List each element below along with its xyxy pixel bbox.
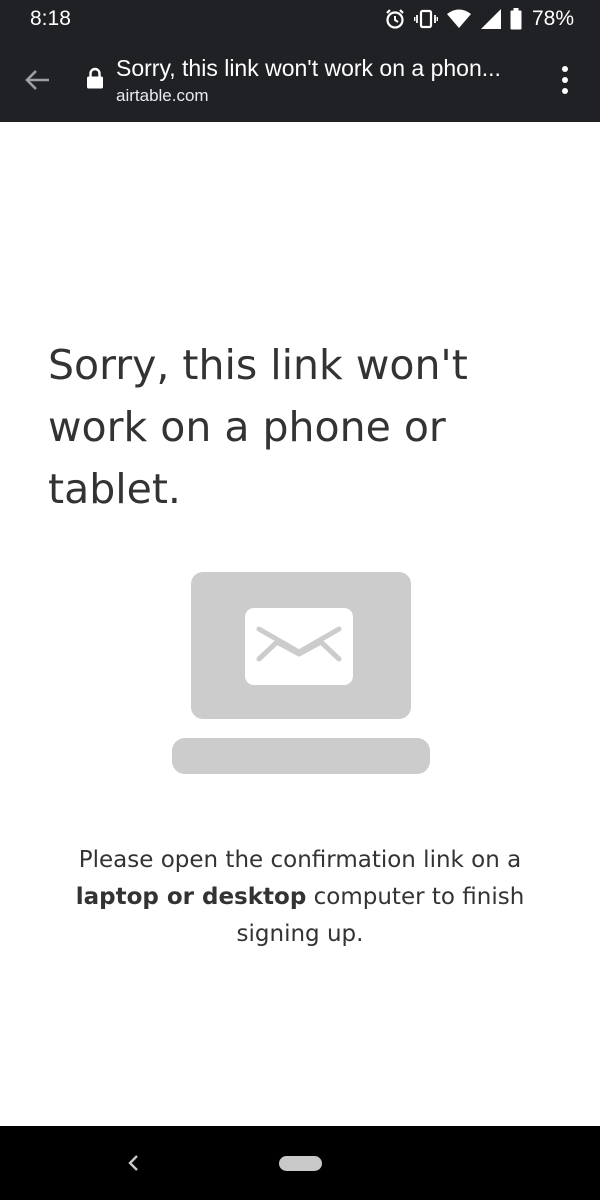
status-time: 8:18 bbox=[30, 7, 71, 30]
battery-icon bbox=[510, 8, 522, 30]
lock-icon[interactable] bbox=[86, 67, 104, 89]
message-emphasis: laptop or desktop bbox=[75, 884, 307, 910]
page-heading: Sorry, this link won't work on a phone o… bbox=[48, 341, 468, 513]
signal-icon bbox=[480, 9, 501, 29]
message-text-start: Please open the confirmation link on a bbox=[78, 847, 522, 873]
more-vert-icon[interactable] bbox=[553, 60, 577, 100]
page-title[interactable]: Sorry, this link won't work on a phon... bbox=[116, 55, 526, 82]
browser-toolbar: Sorry, this link won't work on a phon...… bbox=[0, 38, 600, 122]
wifi-icon bbox=[446, 9, 471, 28]
instruction-message: Please open the confirmation link on a l… bbox=[40, 842, 560, 953]
status-icons: 78% bbox=[384, 7, 574, 31]
url-host[interactable]: airtable.com bbox=[116, 86, 209, 106]
battery-percent: 78% bbox=[531, 7, 574, 30]
laptop-email-icon bbox=[172, 572, 430, 774]
back-arrow-icon[interactable] bbox=[22, 60, 52, 100]
status-bar: 8:18 78% bbox=[0, 0, 600, 38]
alarm-icon bbox=[386, 9, 404, 29]
nav-back-icon[interactable] bbox=[120, 1148, 146, 1178]
system-nav-bar bbox=[0, 1126, 600, 1200]
nav-home-pill[interactable] bbox=[279, 1156, 322, 1171]
vibrate-icon bbox=[413, 9, 438, 29]
